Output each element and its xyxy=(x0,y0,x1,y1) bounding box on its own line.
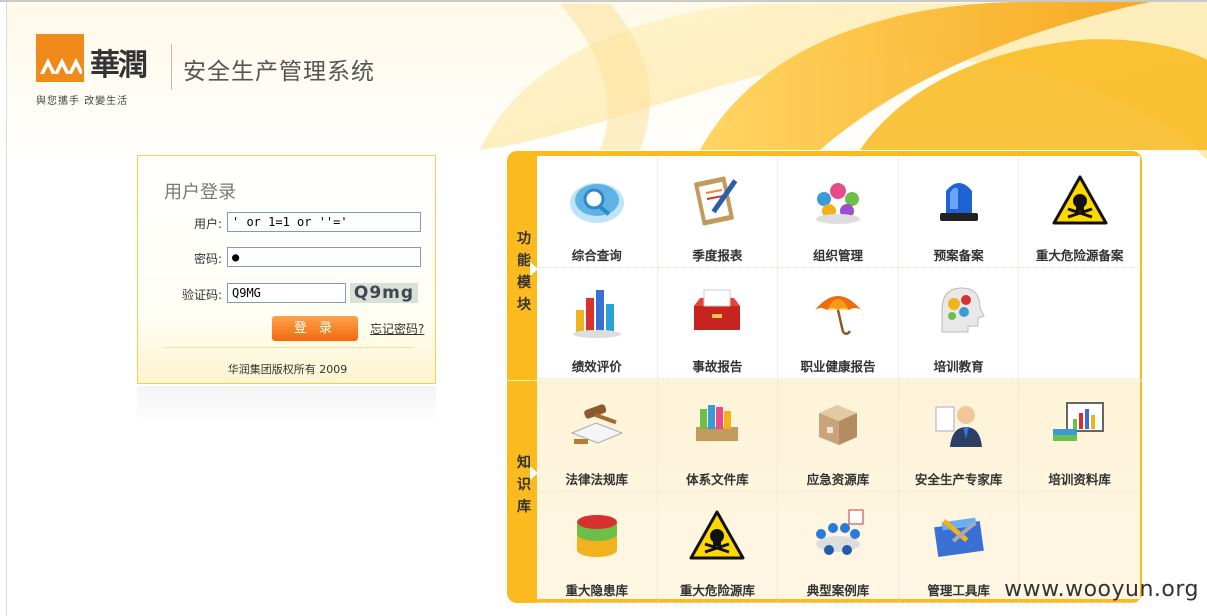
module-label: 管理工具库 xyxy=(927,583,990,598)
function-modules-tab-label: 功能模块 xyxy=(517,231,531,313)
module-label: 综合查询 xyxy=(571,248,622,263)
module-typical-cases[interactable]: 典型案例库 xyxy=(778,492,899,603)
siren-light-icon xyxy=(939,183,978,221)
function-modules-grid: 综合查询 季度报表 组织管理 预案备案 重大危险源备案 绩效评价 事故报告 职业… xyxy=(537,157,1140,379)
hazard-skull-icon xyxy=(1052,175,1108,225)
username-label: 用户: xyxy=(193,217,222,231)
module-label: 季度报表 xyxy=(692,248,743,263)
module-safety-experts[interactable]: 安全生产专家库 xyxy=(898,381,1020,492)
knowledge-base-tab-label: 知识库 xyxy=(517,455,531,515)
incident-folder-icon xyxy=(694,289,741,330)
documents-books-icon xyxy=(696,405,739,441)
password-input[interactable]: ● xyxy=(227,247,421,267)
login-title: 用户登录 xyxy=(164,182,236,203)
captcha-label: 验证码: xyxy=(181,288,222,302)
window-left-border xyxy=(6,2,7,616)
module-occupational-health-report[interactable]: 职业健康报告 xyxy=(778,268,899,379)
law-gavel-book-icon xyxy=(570,404,624,444)
forgot-password-link[interactable]: 忘记密码? xyxy=(370,320,424,337)
module-comprehensive-query[interactable]: 综合查询 xyxy=(537,157,658,268)
module-label: 安全生产专家库 xyxy=(914,472,1003,487)
module-incident-report[interactable]: 事故报告 xyxy=(657,268,779,379)
empty-cell xyxy=(1019,268,1140,379)
module-major-hazard-filing[interactable]: 重大危险源备案 xyxy=(1019,157,1140,268)
module-label: 培训资料库 xyxy=(1048,472,1111,487)
captcha-image[interactable]: Q9mg xyxy=(350,283,418,303)
company-logo: 華潤 與您攜手 改變生活 xyxy=(36,34,160,107)
module-label: 重大隐患库 xyxy=(565,583,629,598)
search-query-icon xyxy=(569,183,624,223)
emergency-box-icon xyxy=(818,405,857,445)
module-organization-management[interactable]: 组织管理 xyxy=(778,157,899,268)
module-label: 应急资源库 xyxy=(806,472,870,487)
performance-chart-icon xyxy=(572,290,621,338)
module-system-documents[interactable]: 体系文件库 xyxy=(657,381,779,492)
system-title: 安全生产管理系统 xyxy=(183,59,375,85)
training-head-gears-icon xyxy=(941,287,985,333)
module-emergency-plan-filing[interactable]: 预案备案 xyxy=(898,157,1020,268)
management-tools-icon xyxy=(933,517,984,558)
module-laws-regulations[interactable]: 法律法规库 xyxy=(537,381,658,492)
typical-case-meeting-icon xyxy=(815,509,864,555)
report-clipboard-icon xyxy=(694,176,738,226)
organization-people-icon xyxy=(815,183,860,224)
watermark: www.wooyun.org xyxy=(1004,577,1199,602)
module-label: 事故报告 xyxy=(692,359,743,374)
logo-mark-icon xyxy=(36,34,84,82)
logo-slogan: 與您攜手 改變生活 xyxy=(36,96,129,107)
window-top-border xyxy=(0,0,1207,2)
knowledge-base-tab: 知识库 xyxy=(512,452,536,518)
module-label: 重大危险源库 xyxy=(679,583,755,598)
login-panel-reflection xyxy=(137,386,436,426)
copyright-text: 华润集团版权所有 2009 xyxy=(227,363,348,376)
module-training-materials[interactable]: 培训资料库 xyxy=(1019,381,1140,492)
module-label: 培训教育 xyxy=(933,359,984,374)
module-quarterly-report[interactable]: 季度报表 xyxy=(657,157,779,268)
module-major-hazards-library[interactable]: 重大危险源库 xyxy=(657,492,779,603)
module-emergency-resources[interactable]: 应急资源库 xyxy=(778,381,899,492)
module-label: 重大危险源备案 xyxy=(1035,248,1124,263)
training-materials-icon xyxy=(1052,402,1104,441)
expert-person-icon xyxy=(935,406,982,447)
hazard-skull-icon xyxy=(689,510,745,560)
module-label: 体系文件库 xyxy=(686,472,749,487)
login-button[interactable]: 登 录 xyxy=(272,316,358,341)
module-label: 组织管理 xyxy=(812,248,863,263)
module-label: 预案备案 xyxy=(933,248,984,263)
module-performance-evaluation[interactable]: 绩效评价 xyxy=(537,268,658,379)
hidden-danger-cylinder-icon xyxy=(576,515,617,557)
module-label: 绩效评价 xyxy=(571,359,622,374)
login-divider xyxy=(164,347,414,348)
module-training-education[interactable]: 培训教育 xyxy=(898,268,1020,379)
header-divider xyxy=(171,44,172,90)
knowledge-base-grid: 法律法规库 体系文件库 应急资源库 安全生产专家库 培训资料库 重大隐患库 重大… xyxy=(537,381,1140,603)
module-label: 法律法规库 xyxy=(565,472,629,487)
captcha-input[interactable]: Q9MG xyxy=(227,283,346,303)
umbrella-icon xyxy=(814,296,861,335)
module-management-tools[interactable]: 管理工具库 xyxy=(898,492,1020,603)
logo-text: 華潤 xyxy=(90,48,148,83)
password-label: 密码: xyxy=(193,252,222,266)
username-input[interactable]: ' or 1=1 or ''=' xyxy=(227,212,421,232)
module-label: 职业健康报告 xyxy=(800,359,876,374)
module-major-hidden-dangers[interactable]: 重大隐患库 xyxy=(537,492,658,603)
module-label: 典型案例库 xyxy=(806,583,870,598)
login-panel: 用户登录 用户: ' or 1=1 or ''=' 密码: ● 验证码: Q9M… xyxy=(137,155,436,384)
